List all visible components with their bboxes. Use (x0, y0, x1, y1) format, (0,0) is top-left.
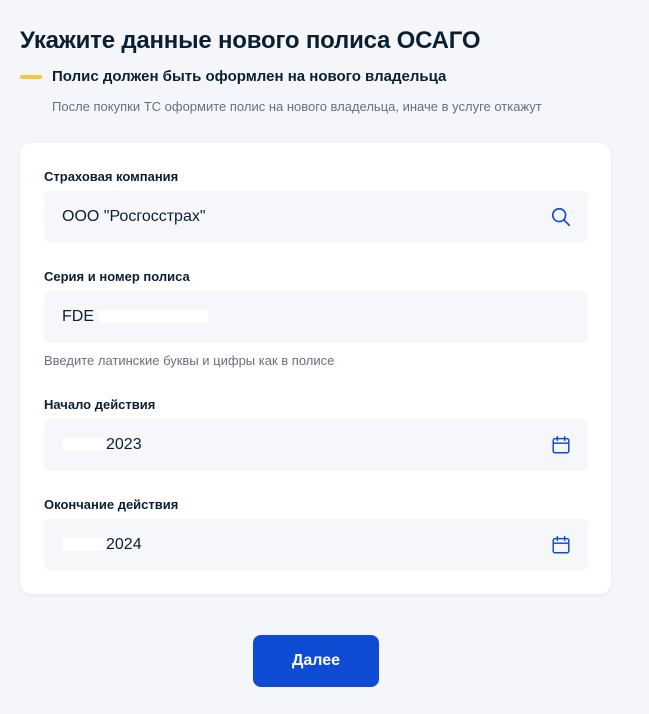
end-date-field[interactable]: 2024 (44, 519, 588, 571)
policy-number-input[interactable]: FDE (62, 308, 209, 326)
owner-notice: Полис должен быть оформлен на нового вла… (20, 68, 446, 85)
policy-number-value: FDE (62, 308, 94, 325)
insurer-value: ООО "Росгосстрах" (62, 208, 206, 225)
end-date-value: 2024 (106, 536, 142, 553)
next-button[interactable]: Далее (253, 635, 379, 687)
calendar-icon[interactable] (550, 434, 572, 456)
policy-form-card: Страховая компания ООО "Росгосстрах" Сер… (20, 143, 611, 594)
redaction-mask (98, 310, 209, 324)
start-date-label: Начало действия (44, 397, 156, 412)
end-date-label: Окончание действия (44, 497, 179, 512)
start-date-field[interactable]: 2023 (44, 419, 588, 471)
notice-accent-bar (20, 74, 42, 79)
start-date-value: 2023 (106, 436, 142, 453)
insurer-label: Страховая компания (44, 169, 179, 184)
policy-number-label: Серия и номер полиса (44, 269, 190, 284)
page-title: Укажите данные нового полиса ОСАГО (20, 27, 481, 54)
redaction-mask (62, 438, 106, 452)
notice-text: Полис должен быть оформлен на нового вла… (52, 68, 447, 85)
policy-number-hint: Введите латинские буквы и цифры как в по… (44, 353, 335, 368)
start-date-input[interactable]: 2023 (62, 436, 142, 454)
notice-subtext: После покупки ТС оформите полис на новог… (52, 99, 542, 114)
end-date-input[interactable]: 2024 (62, 536, 142, 554)
policy-number-field[interactable]: FDE (44, 291, 588, 343)
search-icon[interactable] (550, 206, 572, 228)
redaction-mask (62, 538, 106, 552)
calendar-icon[interactable] (550, 534, 572, 556)
insurer-field[interactable]: ООО "Росгосстрах" (44, 191, 588, 243)
